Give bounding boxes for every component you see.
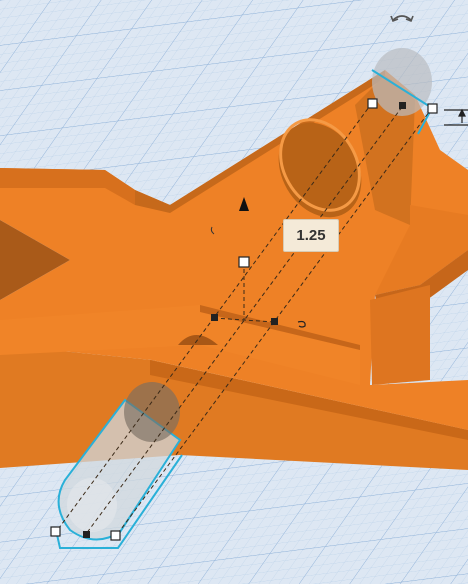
- workplane-viewport[interactable]: 1.25: [0, 0, 468, 584]
- resize-handle-bottom-mid[interactable]: [83, 531, 90, 538]
- dimension-value-box[interactable]: 1.25: [283, 219, 339, 252]
- cylinder-bottom-inner-cap: [67, 478, 117, 532]
- resize-handle-right-mid[interactable]: [271, 318, 278, 325]
- resize-handle-left-mid[interactable]: [211, 314, 218, 321]
- cylinder-bottom-cap: [124, 382, 180, 442]
- resize-handle-bottom-left[interactable]: [50, 526, 61, 537]
- resize-handle-top-right[interactable]: [427, 103, 438, 114]
- resize-handle-top-left[interactable]: [367, 98, 378, 109]
- model-notch-face: [370, 285, 430, 385]
- resize-handle-bottom-right[interactable]: [110, 530, 121, 541]
- resize-handle-top-mid[interactable]: [399, 102, 406, 109]
- 3d-scene[interactable]: [0, 0, 468, 584]
- resize-handle-center[interactable]: [238, 256, 250, 268]
